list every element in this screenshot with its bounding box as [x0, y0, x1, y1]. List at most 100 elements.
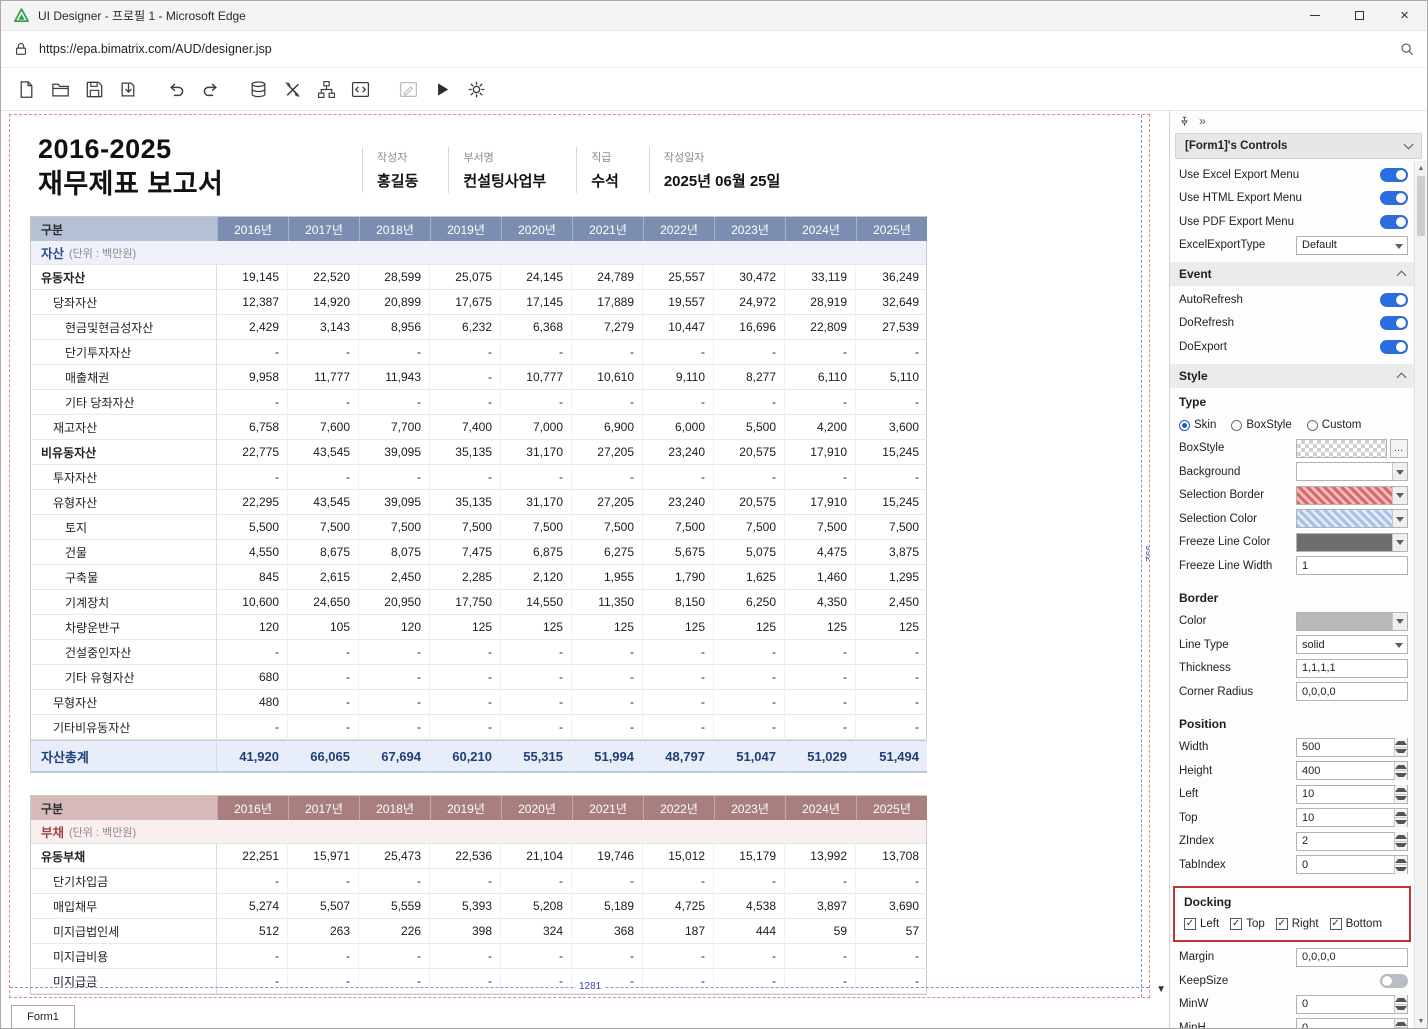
radio-skin[interactable]: Skin [1179, 419, 1216, 431]
left-spin-buttons[interactable] [1394, 786, 1407, 803]
new-file-icon[interactable] [13, 76, 39, 102]
scroll-down-icon[interactable]: ▼ [1415, 1014, 1427, 1028]
table-row[interactable]: 유형자산22,29543,54539,09535,13531,17027,205… [31, 490, 926, 515]
pin-icon[interactable] [1179, 116, 1190, 127]
spin-up-icon[interactable] [1395, 856, 1407, 864]
dock-bottom[interactable]: ✓Bottom [1330, 918, 1382, 930]
minw-spin-buttons[interactable] [1394, 996, 1407, 1013]
tools-icon[interactable] [279, 76, 305, 102]
table-row[interactable]: 기타비유동자산---------- [31, 715, 926, 740]
controls-dropdown[interactable]: [Form1]'s Controls [1175, 133, 1422, 159]
spin-up-icon[interactable] [1395, 1019, 1407, 1027]
thickness-input[interactable]: 1,1,1,1 [1296, 659, 1408, 678]
table-row[interactable]: 매입채무5,2745,5075,5595,3935,2085,1894,7254… [31, 894, 926, 919]
form-tab[interactable]: Form1 [11, 1005, 75, 1028]
open-folder-icon[interactable] [47, 76, 73, 102]
table-row[interactable]: 미지급금---------- [31, 969, 926, 994]
height-spin-buttons[interactable] [1394, 762, 1407, 779]
table-row[interactable]: 매출채권9,95811,77711,943-10,77710,6109,1108… [31, 365, 926, 390]
canvas-scroll-down-icon[interactable]: ▼ [1156, 984, 1166, 995]
table-row[interactable]: 구축물8452,6152,4502,2852,1201,9551,7901,62… [31, 565, 926, 590]
keepsize-toggle[interactable] [1380, 974, 1408, 988]
save-icon[interactable] [81, 76, 107, 102]
doexport-toggle[interactable] [1380, 340, 1408, 354]
address-url[interactable]: https://epa.bimatrix.com/AUD/designer.js… [39, 42, 272, 56]
radio-boxstyle[interactable]: BoxStyle [1231, 419, 1291, 431]
dorefresh-toggle[interactable] [1380, 316, 1408, 330]
margin-input[interactable]: 0,0,0,0 [1296, 948, 1408, 967]
dock-left[interactable]: ✓Left [1184, 918, 1219, 930]
use-excel-export-menu-toggle[interactable] [1380, 168, 1408, 182]
run-icon[interactable] [429, 76, 455, 102]
top-stepper[interactable]: 10 [1296, 808, 1408, 827]
table-row[interactable]: 유동자산19,14522,52028,59925,07524,14524,789… [31, 265, 926, 290]
spin-up-icon[interactable] [1395, 739, 1407, 747]
use-pdf-export-menu-toggle[interactable] [1380, 215, 1408, 229]
width-spin-buttons[interactable] [1394, 739, 1407, 756]
left-stepper[interactable]: 10 [1296, 785, 1408, 804]
table-row[interactable]: 기계장치10,60024,65020,95017,75014,55011,350… [31, 590, 926, 615]
top-spin-buttons[interactable] [1394, 809, 1407, 826]
spin-down-icon[interactable] [1395, 1027, 1407, 1028]
sitemap-icon[interactable] [313, 76, 339, 102]
table-row[interactable]: 비유동자산22,77543,54539,09535,13531,17027,20… [31, 440, 926, 465]
table-row[interactable]: 건설중인자산---------- [31, 640, 926, 665]
page-security-icon[interactable] [13, 41, 29, 57]
table-total-row[interactable]: 자산총계41,92066,06567,69460,21055,31551,994… [31, 740, 926, 772]
table-row[interactable]: 토지5,5007,5007,5007,5007,5007,5007,5007,5… [31, 515, 926, 540]
excelexporttype-select[interactable]: Default [1296, 236, 1408, 255]
undo-icon[interactable] [163, 76, 189, 102]
minh-spin-buttons[interactable] [1394, 1019, 1407, 1028]
use-html-export-menu-toggle[interactable] [1380, 191, 1408, 205]
design-canvas[interactable]: 2016-2025 재무제표 보고서 작성자홍길동부서명컨설팅사업부직급수석작성… [1, 111, 1169, 1028]
scrollbar-thumb[interactable] [1417, 176, 1425, 236]
table-row[interactable]: 현금및현금성자산2,4293,1438,9566,2326,3687,27910… [31, 315, 926, 340]
boxstyle-picker[interactable] [1296, 439, 1387, 458]
redo-icon[interactable] [197, 76, 223, 102]
settings-icon[interactable] [463, 76, 489, 102]
table-row[interactable]: 당좌자산12,38714,92020,89917,67517,14517,889… [31, 290, 926, 315]
spin-up-icon[interactable] [1395, 996, 1407, 1004]
table-row[interactable]: 단기투자자산---------- [31, 340, 926, 365]
background-color-picker[interactable] [1296, 462, 1408, 481]
close-button[interactable]: × [1382, 1, 1427, 31]
spin-up-icon[interactable] [1395, 809, 1407, 817]
chevron-down-icon[interactable] [1392, 534, 1407, 551]
table-row[interactable]: 차량운반구120105120125125125125125125125 [31, 615, 926, 640]
table-row[interactable]: 단기차입금---------- [31, 869, 926, 894]
table-row[interactable]: 재고자산6,7587,6007,7007,4007,0006,9006,0005… [31, 415, 926, 440]
selection-border-color-picker[interactable] [1296, 486, 1408, 505]
spin-down-icon[interactable] [1395, 1004, 1407, 1013]
table-row[interactable]: 미지급비용---------- [31, 944, 926, 969]
spin-down-icon[interactable] [1395, 841, 1407, 850]
section-style[interactable]: Style [1170, 364, 1414, 388]
line-type-select[interactable]: solid [1296, 635, 1408, 654]
zoom-search-icon[interactable] [1399, 41, 1415, 57]
height-stepper[interactable]: 400 [1296, 761, 1408, 780]
scroll-up-icon[interactable]: ▲ [1415, 161, 1427, 175]
corner-radius-input[interactable]: 0,0,0,0 [1296, 682, 1408, 701]
table-row[interactable]: 기타 당좌자산---------- [31, 390, 926, 415]
autorefresh-toggle[interactable] [1380, 293, 1408, 307]
freeze-line-width-input[interactable]: 1 [1296, 556, 1408, 575]
minw-stepper[interactable]: 0 [1296, 995, 1408, 1014]
panel-scrollbar[interactable]: ▲ ▼ [1414, 161, 1427, 1028]
radio-custom[interactable]: Custom [1307, 419, 1362, 431]
dock-top[interactable]: ✓Top [1230, 918, 1265, 930]
spin-down-icon[interactable] [1395, 794, 1407, 803]
code-view-icon[interactable] [347, 76, 373, 102]
database-icon[interactable] [245, 76, 271, 102]
table-row[interactable]: 유동부채22,25115,97125,47322,53621,10419,746… [31, 844, 926, 869]
table-row[interactable]: 건물4,5508,6758,0757,4756,8756,2755,6755,0… [31, 540, 926, 565]
chevron-down-icon[interactable] [1392, 463, 1407, 480]
dock-right[interactable]: ✓Right [1276, 918, 1319, 930]
chevron-down-icon[interactable] [1392, 510, 1407, 527]
tabindex-stepper[interactable]: 0 [1296, 855, 1408, 874]
color-color-picker[interactable] [1296, 612, 1408, 631]
table-row[interactable]: 무형자산480--------- [31, 690, 926, 715]
zindex-spin-buttons[interactable] [1394, 833, 1407, 850]
spin-down-icon[interactable] [1395, 747, 1407, 756]
selection-color-color-picker[interactable] [1296, 509, 1408, 528]
zindex-stepper[interactable]: 2 [1296, 832, 1408, 851]
tabindex-spin-buttons[interactable] [1394, 856, 1407, 873]
